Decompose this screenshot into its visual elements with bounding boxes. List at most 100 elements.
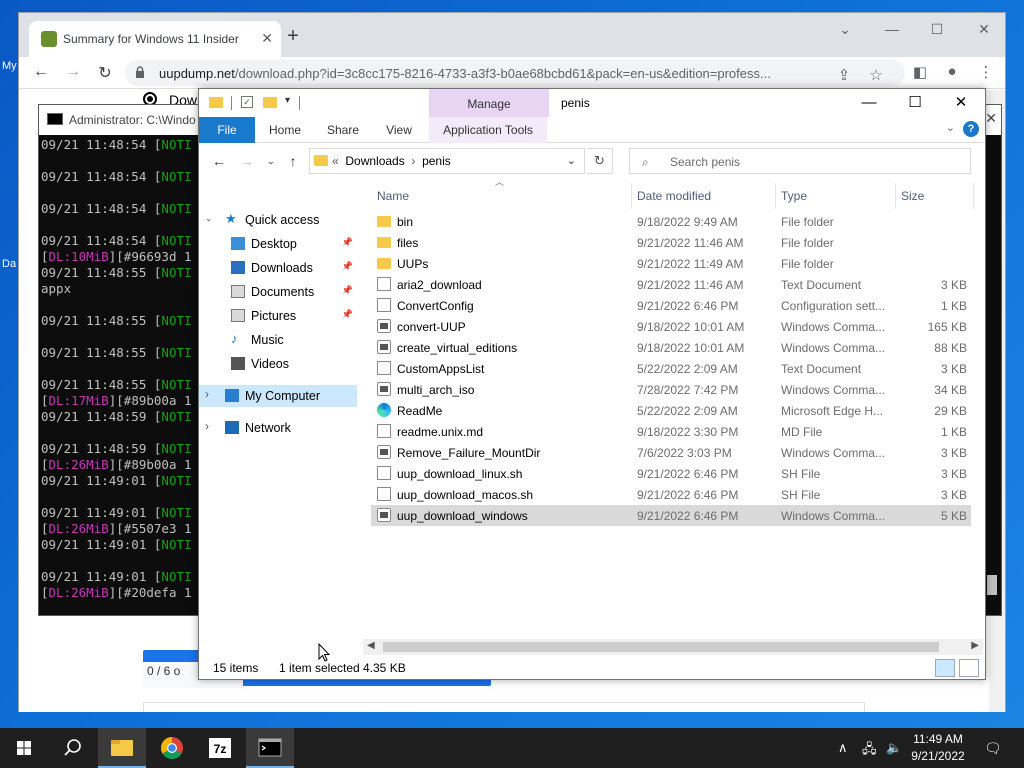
nav-item-downloads[interactable]: Downloads 📌 — [199, 257, 357, 279]
notifications-icon[interactable]: 🗨 — [984, 740, 1002, 757]
forward-icon[interactable]: → — [61, 63, 85, 81]
tab-home[interactable]: Home — [263, 117, 307, 143]
scroll-left-icon[interactable]: ◀ — [367, 640, 375, 651]
close-icon[interactable]: ✕ — [985, 110, 997, 127]
explorer-address-bar[interactable]: « Downloads › penis ⌄ — [309, 148, 585, 174]
qat-dropdown-icon[interactable]: ▾ — [285, 95, 290, 109]
file-row[interactable]: create_virtual_editions 9/18/2022 10:01 A… — [371, 337, 971, 358]
close-icon[interactable]: ✕ — [969, 21, 999, 38]
scroll-right-icon[interactable]: ▶ — [971, 640, 979, 651]
column-header-date[interactable]: Date modified — [637, 189, 711, 203]
file-row[interactable]: CustomAppsList 5/22/2022 2:09 AM Text Docu… — [371, 358, 971, 379]
file-row[interactable]: aria2_download 9/21/2022 11:46 AM Text Doc… — [371, 274, 971, 295]
expand-ribbon-icon[interactable]: ⌄ — [946, 121, 955, 134]
nav-item-pictures[interactable]: Pictures 📌 — [199, 305, 357, 327]
chevron-down-icon[interactable]: ⌄ — [205, 213, 213, 224]
refresh-icon[interactable]: ↻ — [587, 148, 613, 174]
file-row[interactable]: uup_download_linux.sh 9/21/2022 6:46 PM SH… — [371, 463, 971, 484]
file-row[interactable]: convert-UUP 9/18/2022 10:01 AM Windows Com… — [371, 316, 971, 337]
properties-icon[interactable]: ✓ — [241, 96, 253, 108]
tab-share[interactable]: Share — [321, 117, 365, 143]
tab-application-tools[interactable]: Application Tools — [429, 117, 547, 143]
file-explorer-icon[interactable] — [98, 728, 146, 768]
network-tray-icon[interactable]: 🖧 — [862, 740, 877, 762]
share-icon[interactable]: ⇪ — [833, 66, 855, 84]
help-icon[interactable]: ? — [963, 121, 979, 137]
clock-time[interactable]: 11:49 AM — [900, 732, 976, 746]
file-row[interactable]: multi_arch_iso 7/28/2022 7:42 PM Windows C… — [371, 379, 971, 400]
maximize-icon[interactable]: ☐ — [895, 91, 935, 115]
search-input[interactable]: ⌕ Search penis — [629, 148, 971, 174]
bookmark-star-icon[interactable]: ☆ — [865, 66, 887, 84]
recent-locations-icon[interactable]: ⌄ — [261, 156, 281, 167]
back-icon[interactable]: ← — [209, 153, 229, 169]
nav-item-documents[interactable]: Documents 📌 — [199, 281, 357, 303]
column-header-name[interactable]: Name — [377, 189, 409, 203]
chrome-tab[interactable]: Summary for Windows 11 Insider ✕ — [29, 21, 281, 57]
menu-kebab-icon[interactable]: ⋮ — [975, 63, 997, 81]
file-size: 29 KB — [934, 404, 967, 418]
new-tab-button[interactable]: + — [281, 25, 305, 48]
maximize-icon[interactable]: ☐ — [922, 21, 952, 38]
file-row[interactable]: ConvertConfig 9/21/2022 6:46 PM Configurat… — [371, 295, 971, 316]
column-divider[interactable] — [895, 183, 896, 209]
breadcrumb-overflow[interactable]: « — [332, 154, 339, 168]
column-divider[interactable] — [775, 183, 776, 209]
show-hidden-icons-icon[interactable]: ∧ — [838, 740, 848, 756]
nav-item-music[interactable]: ♪ Music — [199, 329, 357, 351]
chrome-icon[interactable] — [148, 728, 196, 768]
file-row[interactable]: bin 9/18/2022 9:49 AM File folder — [371, 211, 971, 232]
nav-item-my-computer[interactable]: › My Computer — [199, 385, 357, 407]
start-icon[interactable] — [0, 728, 48, 768]
minimize-icon[interactable]: — — [849, 91, 889, 115]
tab-search-chevron-icon[interactable]: ⌄ — [830, 21, 860, 38]
profile-avatar-icon[interactable]: ● — [941, 63, 963, 80]
address-bar[interactable]: uupdump.net/download.php?id=3c8cc175-821… — [125, 60, 905, 86]
desktop-icon-label[interactable]: Da — [2, 258, 16, 270]
file-row[interactable]: ReadMe 5/22/2022 2:09 AM Microsoft Edge H.… — [371, 400, 971, 421]
column-divider[interactable] — [631, 183, 632, 209]
back-icon[interactable]: ← — [29, 63, 53, 81]
cmd-icon[interactable] — [246, 728, 294, 768]
new-folder-icon[interactable] — [263, 97, 277, 108]
7zip-icon[interactable]: 7z — [196, 728, 244, 768]
details-view-icon[interactable] — [935, 659, 955, 677]
breadcrumb-current[interactable]: penis — [422, 154, 451, 168]
column-header-size[interactable]: Size — [901, 189, 924, 203]
tab-view[interactable]: View — [379, 117, 419, 143]
chevron-right-icon[interactable]: › — [205, 387, 209, 401]
horizontal-scrollbar[interactable]: ◀ ▶ — [363, 639, 983, 655]
column-divider[interactable] — [973, 183, 974, 209]
file-row[interactable]: files 9/21/2022 11:46 AM File folder — [371, 232, 971, 253]
up-icon[interactable]: ↑ — [283, 153, 303, 169]
chevron-right-icon[interactable]: › — [205, 419, 209, 433]
search-icon[interactable] — [48, 728, 96, 768]
console-scrollbar-thumb[interactable] — [987, 575, 997, 595]
file-row[interactable]: readme.unix.md 9/18/2022 3:30 PM MD File 1 … — [371, 421, 971, 442]
clock-date[interactable]: 9/21/2022 — [900, 749, 976, 763]
horizontal-scrollbar-thumb[interactable] — [383, 642, 939, 652]
column-header-type[interactable]: Type — [781, 189, 807, 203]
file-row[interactable]: UUPs 9/21/2022 11:49 AM File folder — [371, 253, 971, 274]
nav-item-quick-access[interactable]: ⌄ ★ Quick access — [199, 209, 357, 231]
breadcrumb-downloads[interactable]: Downloads — [345, 154, 404, 168]
side-panel-icon[interactable]: ◧ — [909, 63, 931, 81]
minimize-icon[interactable]: — — [877, 21, 907, 37]
chevron-right-icon[interactable]: › — [411, 154, 415, 168]
tab-file[interactable]: File — [199, 117, 255, 143]
desktop-icon-label[interactable]: My — [2, 60, 17, 72]
file-row[interactable]: uup_download_windows 9/21/2022 6:46 PM Win… — [371, 505, 971, 526]
file-row[interactable]: uup_download_macos.sh 9/21/2022 6:46 PM SH… — [371, 484, 971, 505]
reload-icon[interactable]: ↻ — [93, 63, 117, 83]
nav-item-desktop[interactable]: Desktop 📌 — [199, 233, 357, 255]
status-bar: 15 items 1 item selected 4.35 KB — [199, 657, 985, 679]
nav-item-network[interactable]: › Network — [199, 417, 357, 439]
nav-item-videos[interactable]: Videos — [199, 353, 357, 375]
close-icon[interactable]: ✕ — [941, 91, 981, 115]
large-icons-view-icon[interactable] — [959, 659, 979, 677]
forward-icon[interactable]: → — [237, 153, 257, 169]
file-row[interactable]: Remove_Failure_MountDir 7/6/2022 3:03 PM W… — [371, 442, 971, 463]
tab-close-icon[interactable]: ✕ — [261, 30, 273, 47]
taskbar: 7z ∧ 🖧 🔈 11:49 AM 9/21/2022 🗨 — [0, 728, 1024, 768]
chevron-down-icon[interactable]: ⌄ — [567, 154, 576, 167]
